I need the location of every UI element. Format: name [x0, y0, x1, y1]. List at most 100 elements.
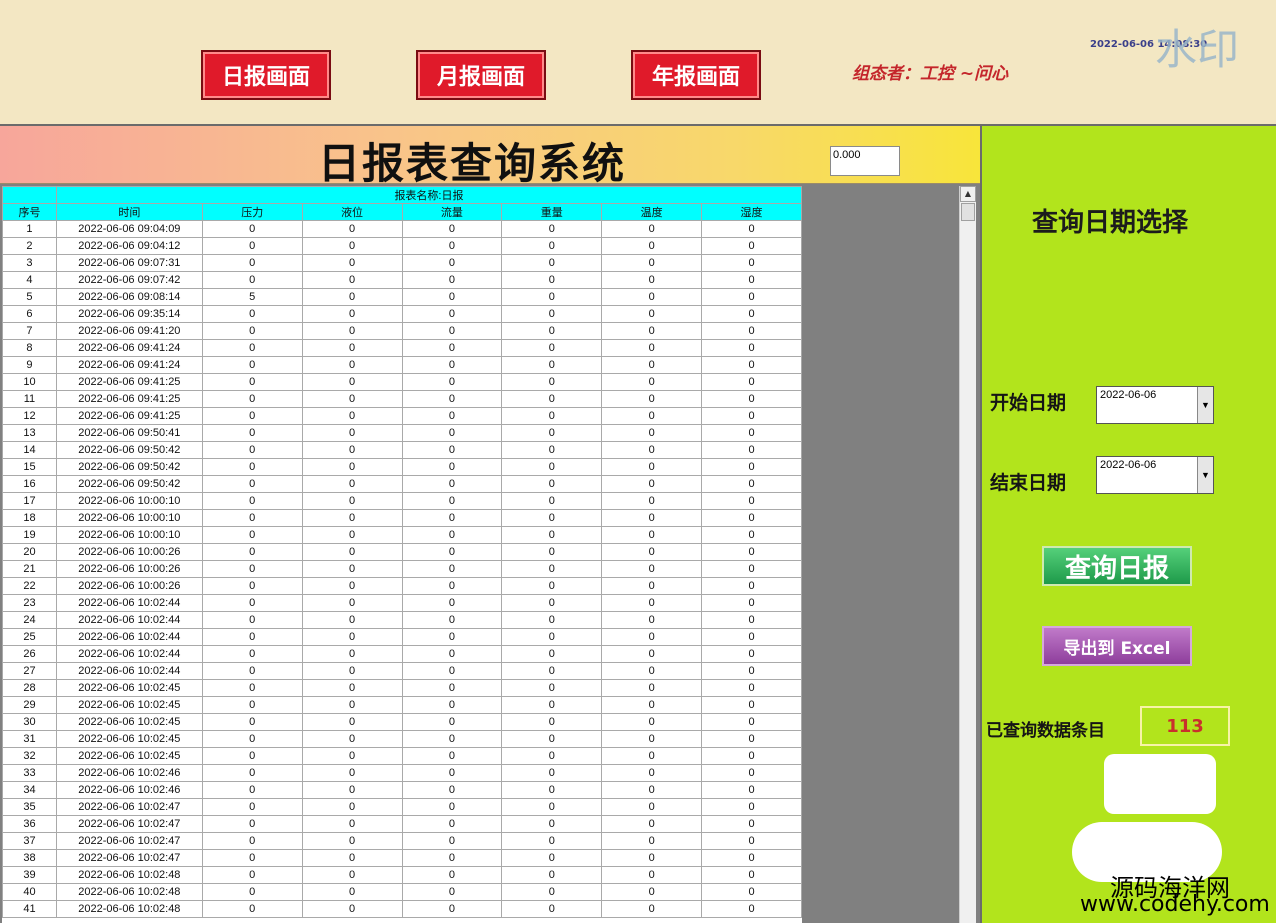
table-row[interactable]: 31 2022-06-06 10:02:45 0 0 0 0 0 0 [2, 730, 802, 748]
table-row[interactable]: 29 2022-06-06 10:02:45 0 0 0 0 0 0 [2, 696, 802, 714]
table-row[interactable]: 38 2022-06-06 10:02:47 0 0 0 0 0 0 [2, 849, 802, 867]
table-cell: 0 [601, 560, 703, 578]
table-cell: 0 [401, 781, 503, 799]
start-date-value: 2022-06-06 [1100, 389, 1157, 401]
table-row[interactable]: 1 2022-06-06 09:04:09 0 0 0 0 0 0 [2, 220, 802, 238]
table-cell: 0 [701, 611, 802, 629]
table-cell: 0 [301, 322, 403, 340]
table-row[interactable]: 2 2022-06-06 09:04:12 0 0 0 0 0 0 [2, 237, 802, 255]
table-row[interactable]: 23 2022-06-06 10:02:44 0 0 0 0 0 0 [2, 594, 802, 612]
table-cell: 0 [601, 458, 703, 476]
table-cell: 2022-06-06 09:07:31 [55, 254, 203, 272]
table-cell: 2022-06-06 09:41:25 [55, 407, 203, 425]
table-cell: 0 [501, 390, 603, 408]
table-cell: 0 [401, 645, 503, 663]
table-cell: 0 [601, 509, 703, 527]
end-date-picker[interactable]: 2022-06-06 ▼ [1096, 456, 1214, 494]
table-row[interactable]: 12 2022-06-06 09:41:25 0 0 0 0 0 0 [2, 407, 802, 425]
table-cell: 0 [401, 747, 503, 765]
table-row[interactable]: 4 2022-06-06 09:07:42 0 0 0 0 0 0 [2, 271, 802, 289]
table-row[interactable]: 25 2022-06-06 10:02:44 0 0 0 0 0 0 [2, 628, 802, 646]
table-row[interactable]: 11 2022-06-06 09:41:25 0 0 0 0 0 0 [2, 390, 802, 408]
table-cell: 2022-06-06 09:50:42 [55, 458, 203, 476]
table-row[interactable]: 8 2022-06-06 09:41:24 0 0 0 0 0 0 [2, 339, 802, 357]
table-cell: 0 [301, 883, 403, 901]
table-row[interactable]: 13 2022-06-06 09:50:41 0 0 0 0 0 0 [2, 424, 802, 442]
table-row[interactable]: 22 2022-06-06 10:00:26 0 0 0 0 0 0 [2, 577, 802, 595]
table-cell: 0 [601, 628, 703, 646]
table-row[interactable]: 6 2022-06-06 09:35:14 0 0 0 0 0 0 [2, 305, 802, 323]
table-cell: 20 [2, 543, 57, 561]
table-row[interactable]: 14 2022-06-06 09:50:42 0 0 0 0 0 0 [2, 441, 802, 459]
table-cell: 0 [701, 543, 802, 561]
dropdown-arrow-icon[interactable]: ▼ [1197, 387, 1213, 423]
table-cell: 0 [301, 492, 403, 510]
table-cell: 0 [201, 475, 303, 493]
table-row[interactable]: 5 2022-06-06 09:08:14 5 0 0 0 0 0 [2, 288, 802, 306]
table-cell: 0 [501, 492, 603, 510]
daily-report-button[interactable]: 日报画面 [201, 50, 331, 100]
table-cell: 0 [501, 424, 603, 442]
table-row[interactable]: 26 2022-06-06 10:02:44 0 0 0 0 0 0 [2, 645, 802, 663]
table-row[interactable]: 41 2022-06-06 10:02:48 0 0 0 0 0 0 [2, 900, 802, 918]
table-cell: 3 [2, 254, 57, 272]
table-row[interactable]: 32 2022-06-06 10:02:45 0 0 0 0 0 0 [2, 747, 802, 765]
table-body: 1 2022-06-06 09:04:09 0 0 0 0 0 0 2 2022-06-06 09… [2, 220, 802, 918]
table-cell: 0 [701, 747, 802, 765]
table-cell: 2022-06-06 10:02:45 [55, 730, 203, 748]
table-cell: 0 [401, 220, 503, 238]
table-row[interactable]: 9 2022-06-06 09:41:24 0 0 0 0 0 0 [2, 356, 802, 374]
table-cell: 0 [401, 288, 503, 306]
table-row[interactable]: 28 2022-06-06 10:02:45 0 0 0 0 0 0 [2, 679, 802, 697]
table-cell: 0 [601, 866, 703, 884]
table-row[interactable]: 18 2022-06-06 10:00:10 0 0 0 0 0 0 [2, 509, 802, 527]
table-row[interactable]: 10 2022-06-06 09:41:25 0 0 0 0 0 0 [2, 373, 802, 391]
table-cell: 0 [701, 526, 802, 544]
monthly-report-button[interactable]: 月报画面 [416, 50, 546, 100]
table-row[interactable]: 39 2022-06-06 10:02:48 0 0 0 0 0 0 [2, 866, 802, 884]
table-row[interactable]: 15 2022-06-06 09:50:42 0 0 0 0 0 0 [2, 458, 802, 476]
table-cell: 0 [401, 594, 503, 612]
table-row[interactable]: 40 2022-06-06 10:02:48 0 0 0 0 0 0 [2, 883, 802, 901]
query-daily-button[interactable]: 查询日报 [1042, 546, 1192, 586]
export-excel-button[interactable]: 导出到 Excel [1042, 626, 1192, 666]
table-row[interactable]: 3 2022-06-06 09:07:31 0 0 0 0 0 0 [2, 254, 802, 272]
table-cell: 12 [2, 407, 57, 425]
table-row[interactable]: 7 2022-06-06 09:41:20 0 0 0 0 0 0 [2, 322, 802, 340]
table-row[interactable]: 17 2022-06-06 10:00:10 0 0 0 0 0 0 [2, 492, 802, 510]
start-date-picker[interactable]: 2022-06-06 ▼ [1096, 386, 1214, 424]
table-cell: 0 [301, 254, 403, 272]
yearly-report-button[interactable]: 年报画面 [631, 50, 761, 100]
scroll-up-icon[interactable]: ▲ [960, 186, 976, 202]
table-cell: 0 [601, 492, 703, 510]
table-row[interactable]: 16 2022-06-06 09:50:42 0 0 0 0 0 0 [2, 475, 802, 493]
scroll-thumb[interactable] [961, 203, 975, 221]
table-row[interactable]: 37 2022-06-06 10:02:47 0 0 0 0 0 0 [2, 832, 802, 850]
table-cell: 0 [301, 713, 403, 731]
table-scrollbar[interactable]: ▲ [959, 186, 976, 923]
table-cell: 28 [2, 679, 57, 697]
table-cell: 2022-06-06 10:02:44 [55, 662, 203, 680]
table-row[interactable]: 35 2022-06-06 10:02:47 0 0 0 0 0 0 [2, 798, 802, 816]
table-cell: 0 [301, 237, 403, 255]
table-row[interactable]: 20 2022-06-06 10:00:26 0 0 0 0 0 0 [2, 543, 802, 561]
table-cell: 2022-06-06 10:00:10 [55, 492, 203, 510]
table-cell: 0 [501, 713, 603, 731]
table-cell: 0 [601, 645, 703, 663]
table-cell: 0 [701, 254, 802, 272]
table-row[interactable]: 33 2022-06-06 10:02:46 0 0 0 0 0 0 [2, 764, 802, 782]
table-row[interactable]: 30 2022-06-06 10:02:45 0 0 0 0 0 0 [2, 713, 802, 731]
table-cell: 0 [201, 373, 303, 391]
table-row[interactable]: 21 2022-06-06 10:00:26 0 0 0 0 0 0 [2, 560, 802, 578]
value-display: 0.000 [830, 146, 900, 176]
table-cell: 0 [301, 849, 403, 867]
dropdown-arrow-icon[interactable]: ▼ [1197, 457, 1213, 493]
table-cell: 2022-06-06 09:07:42 [55, 271, 203, 289]
table-row[interactable]: 24 2022-06-06 10:02:44 0 0 0 0 0 0 [2, 611, 802, 629]
table-cell: 0 [201, 866, 303, 884]
table-row[interactable]: 34 2022-06-06 10:02:46 0 0 0 0 0 0 [2, 781, 802, 799]
table-row[interactable]: 27 2022-06-06 10:02:44 0 0 0 0 0 0 [2, 662, 802, 680]
table-row[interactable]: 36 2022-06-06 10:02:47 0 0 0 0 0 0 [2, 815, 802, 833]
table-cell: 0 [501, 356, 603, 374]
table-row[interactable]: 19 2022-06-06 10:00:10 0 0 0 0 0 0 [2, 526, 802, 544]
